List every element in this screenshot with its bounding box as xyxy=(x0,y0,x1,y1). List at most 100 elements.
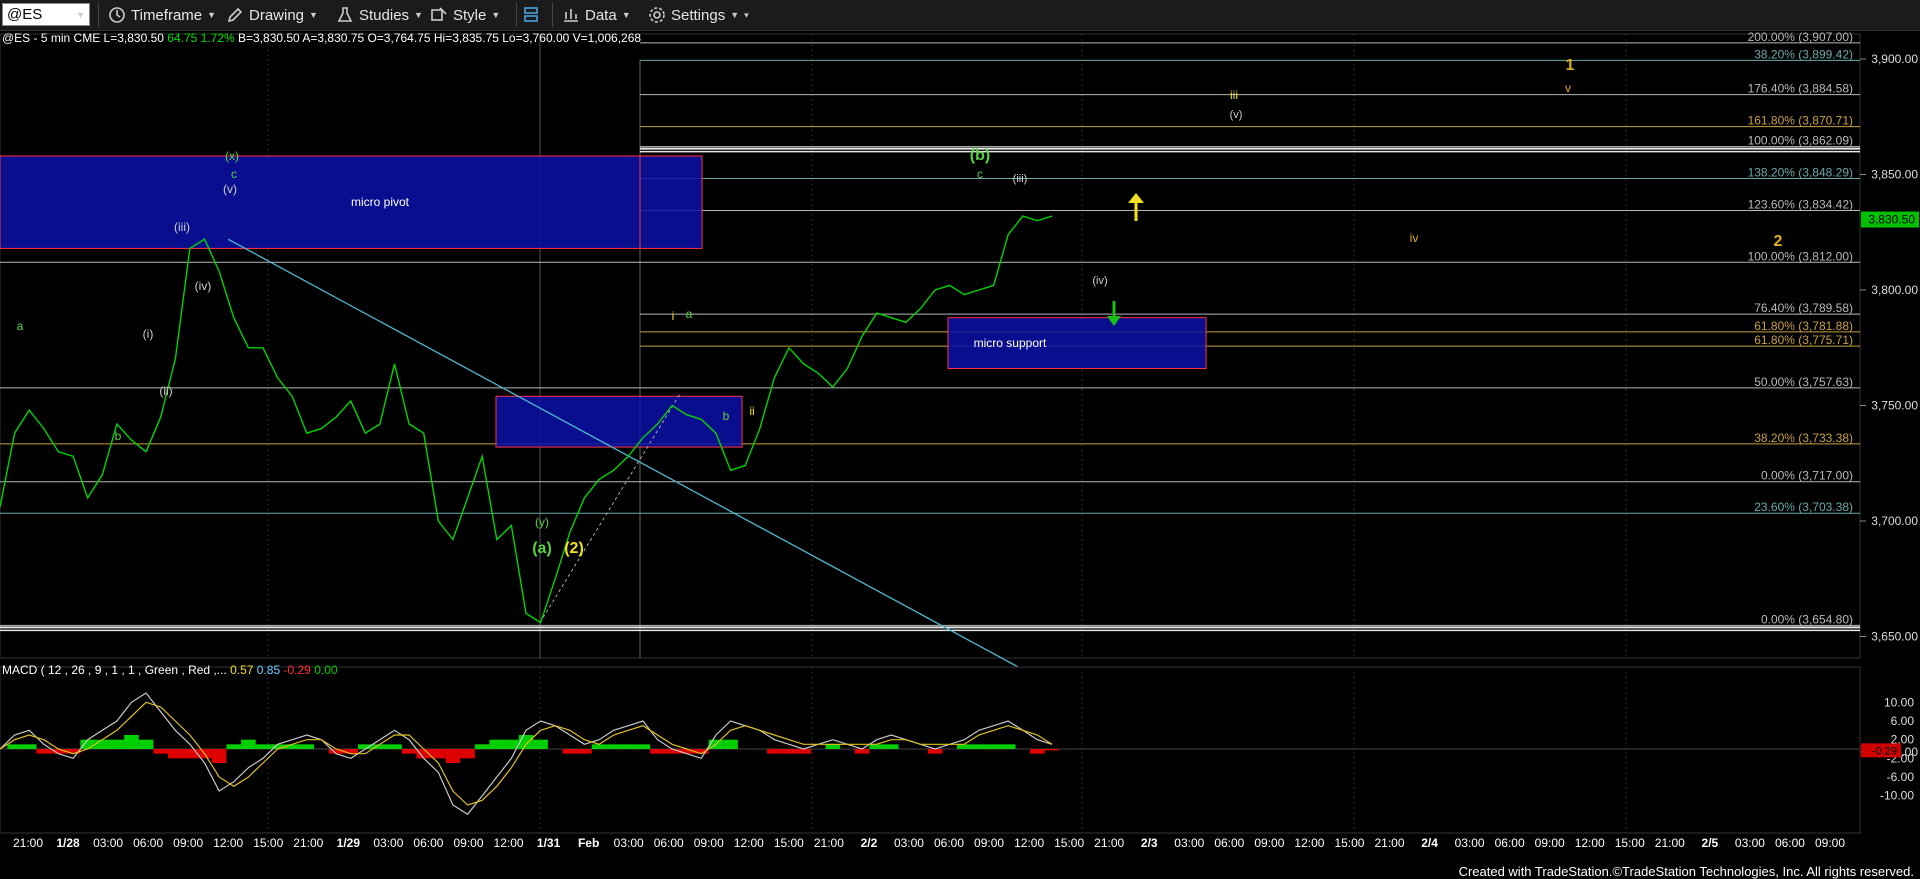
macd-histogram-bar xyxy=(664,749,680,754)
x-tick-label: 06:00 xyxy=(1214,836,1244,850)
macd-histogram-bar xyxy=(796,749,811,754)
x-tick-label: 12:00 xyxy=(1294,836,1324,850)
macd-histogram-bar xyxy=(635,744,651,749)
wave-label: a xyxy=(17,319,24,333)
macd-histogram-bar xyxy=(971,744,987,749)
quote-open: O=3,764.75 xyxy=(367,31,433,45)
macd-histogram-bar xyxy=(7,744,22,749)
y-tick-label: 3,750.00 xyxy=(1871,399,1918,413)
timeframe-button[interactable]: Timeframe ▼ xyxy=(108,4,216,26)
wave-label: (iv) xyxy=(1092,275,1107,287)
style-button[interactable]: Style ▼ xyxy=(430,4,500,26)
fib-label: 23.60% (3,703.38) xyxy=(1754,500,1853,514)
fib-label: 200.00% (3,907.00) xyxy=(1748,30,1853,44)
x-tick-label: 21:00 xyxy=(1374,836,1404,850)
wave-label: (y) xyxy=(535,515,549,529)
y-tick-label: 3,850.00 xyxy=(1871,168,1918,182)
wave-label: b xyxy=(723,409,730,423)
macd-histogram-bar xyxy=(401,749,417,754)
timeframe-label: Timeframe xyxy=(131,6,203,24)
quote-high: Hi=3,835.75 xyxy=(434,31,502,45)
macd-value1: 0.57 xyxy=(230,663,257,677)
x-tick-label: 09:00 xyxy=(694,836,724,850)
price-chart[interactable]: @ES - 5 min CME L=3,830.50 64.75 1.72% B… xyxy=(0,30,1920,879)
y-tick-label: 3,650.00 xyxy=(1871,630,1918,644)
toolbar: @ES ▼ Timeframe ▼ Drawing ▼ Studies ▼ St… xyxy=(0,0,1920,31)
macd-histogram-bar xyxy=(284,744,300,749)
fib-label: 100.00% (3,862.09) xyxy=(1748,134,1853,148)
fib-label: 161.80% (3,870.71) xyxy=(1748,114,1853,128)
macd-histogram-bar xyxy=(606,744,621,749)
macd-histogram-bar xyxy=(986,744,1001,749)
macd-histogram-bar xyxy=(869,744,884,749)
wave-label: v xyxy=(1565,81,1571,95)
x-tick-label: 1/29 xyxy=(337,836,361,850)
chevron-down-icon[interactable]: ▼ xyxy=(76,10,85,20)
flask-icon xyxy=(337,7,353,22)
macd-histogram-bar xyxy=(767,749,782,754)
y-tick-label: 3,700.00 xyxy=(1871,514,1918,528)
x-tick-label: 03:00 xyxy=(93,836,123,850)
chevron-down-icon: ▼ xyxy=(309,10,318,20)
fib-label: 0.00% (3,654.80) xyxy=(1761,612,1853,626)
fib-label: 0.00% (3,717.00) xyxy=(1761,469,1853,483)
chevron-down-icon: ▼ xyxy=(621,10,631,20)
footer-credit: Created with TradeStation.©TradeStation … xyxy=(1458,864,1914,879)
chevron-down-icon: ▼ xyxy=(414,10,423,20)
fib-label: 50.00% (3,757.63) xyxy=(1754,375,1853,389)
studies-button[interactable]: Studies ▼ xyxy=(336,4,423,26)
layout-button[interactable] xyxy=(522,4,540,26)
x-tick-label: 06:00 xyxy=(1495,836,1525,850)
macd-histogram-bar xyxy=(1044,749,1060,751)
quote-low: Lo=3,760.00 xyxy=(502,31,572,45)
x-tick-label: 15:00 xyxy=(1615,836,1645,850)
settings-label: Settings xyxy=(671,6,726,24)
wave-label: (i) xyxy=(143,327,154,341)
wave-label: (b) xyxy=(970,147,990,164)
macd-histogram-bar xyxy=(577,749,592,754)
macd-histogram-bar xyxy=(168,749,183,759)
macd-histogram-bar xyxy=(1000,744,1016,749)
x-tick-label: 2/4 xyxy=(1421,836,1438,850)
quote-pct: 1.72% xyxy=(201,31,238,45)
macd-histogram-bar xyxy=(153,749,169,754)
settings-button[interactable]: Settings ▼ ▾ xyxy=(648,4,749,26)
quote-volume: V=1,006,268 xyxy=(573,31,642,45)
macd-histogram-bar xyxy=(80,739,95,749)
wave-label: c xyxy=(231,167,237,181)
fib-label: 76.40% (3,789.58) xyxy=(1754,301,1853,315)
fib-label: 38.20% (3,899.42) xyxy=(1754,47,1853,61)
wave-label: (iii) xyxy=(1013,173,1028,185)
pencil-icon xyxy=(227,7,243,23)
wave-label: (x) xyxy=(225,149,239,163)
symbol-input[interactable]: @ES ▼ xyxy=(2,3,90,26)
quote-change: 64.75 xyxy=(167,31,200,45)
chevron-down-icon: ▼ xyxy=(491,10,501,20)
x-tick-label: 09:00 xyxy=(453,836,483,850)
macd-y-tick-label: 10.00 xyxy=(1884,695,1914,709)
wave-label: b xyxy=(115,429,122,443)
data-button[interactable]: Data ▼ xyxy=(562,4,631,26)
symbol-text: @ES xyxy=(7,6,43,23)
macd-value3: -0.29 xyxy=(284,663,315,677)
zone-label: micro support xyxy=(974,336,1047,350)
macd-histogram-bar xyxy=(957,744,972,749)
macd-histogram-bar xyxy=(36,749,52,754)
x-tick-label: 03:00 xyxy=(614,836,644,850)
macd-histogram-bar xyxy=(94,739,110,749)
wave-label: (iii) xyxy=(174,220,190,234)
macd-y-tick-label: -6.00 xyxy=(1887,770,1915,784)
macd-histogram-bar xyxy=(460,749,475,759)
style-label: Style xyxy=(453,6,487,24)
macd-histogram-bar xyxy=(431,749,446,759)
drawing-button[interactable]: Drawing ▼ xyxy=(226,4,318,26)
macd-histogram-bar xyxy=(255,744,271,749)
wave-label: (a) xyxy=(532,540,552,557)
wave-label: ii xyxy=(749,404,754,418)
style-icon xyxy=(431,7,447,21)
macd-histogram-bar xyxy=(387,744,402,749)
y-tick-label: 3,900.00 xyxy=(1871,52,1918,66)
clock-icon xyxy=(109,7,125,23)
chevron-down-icon: ▼ xyxy=(730,10,740,20)
quote-exchange: CME xyxy=(74,31,104,45)
